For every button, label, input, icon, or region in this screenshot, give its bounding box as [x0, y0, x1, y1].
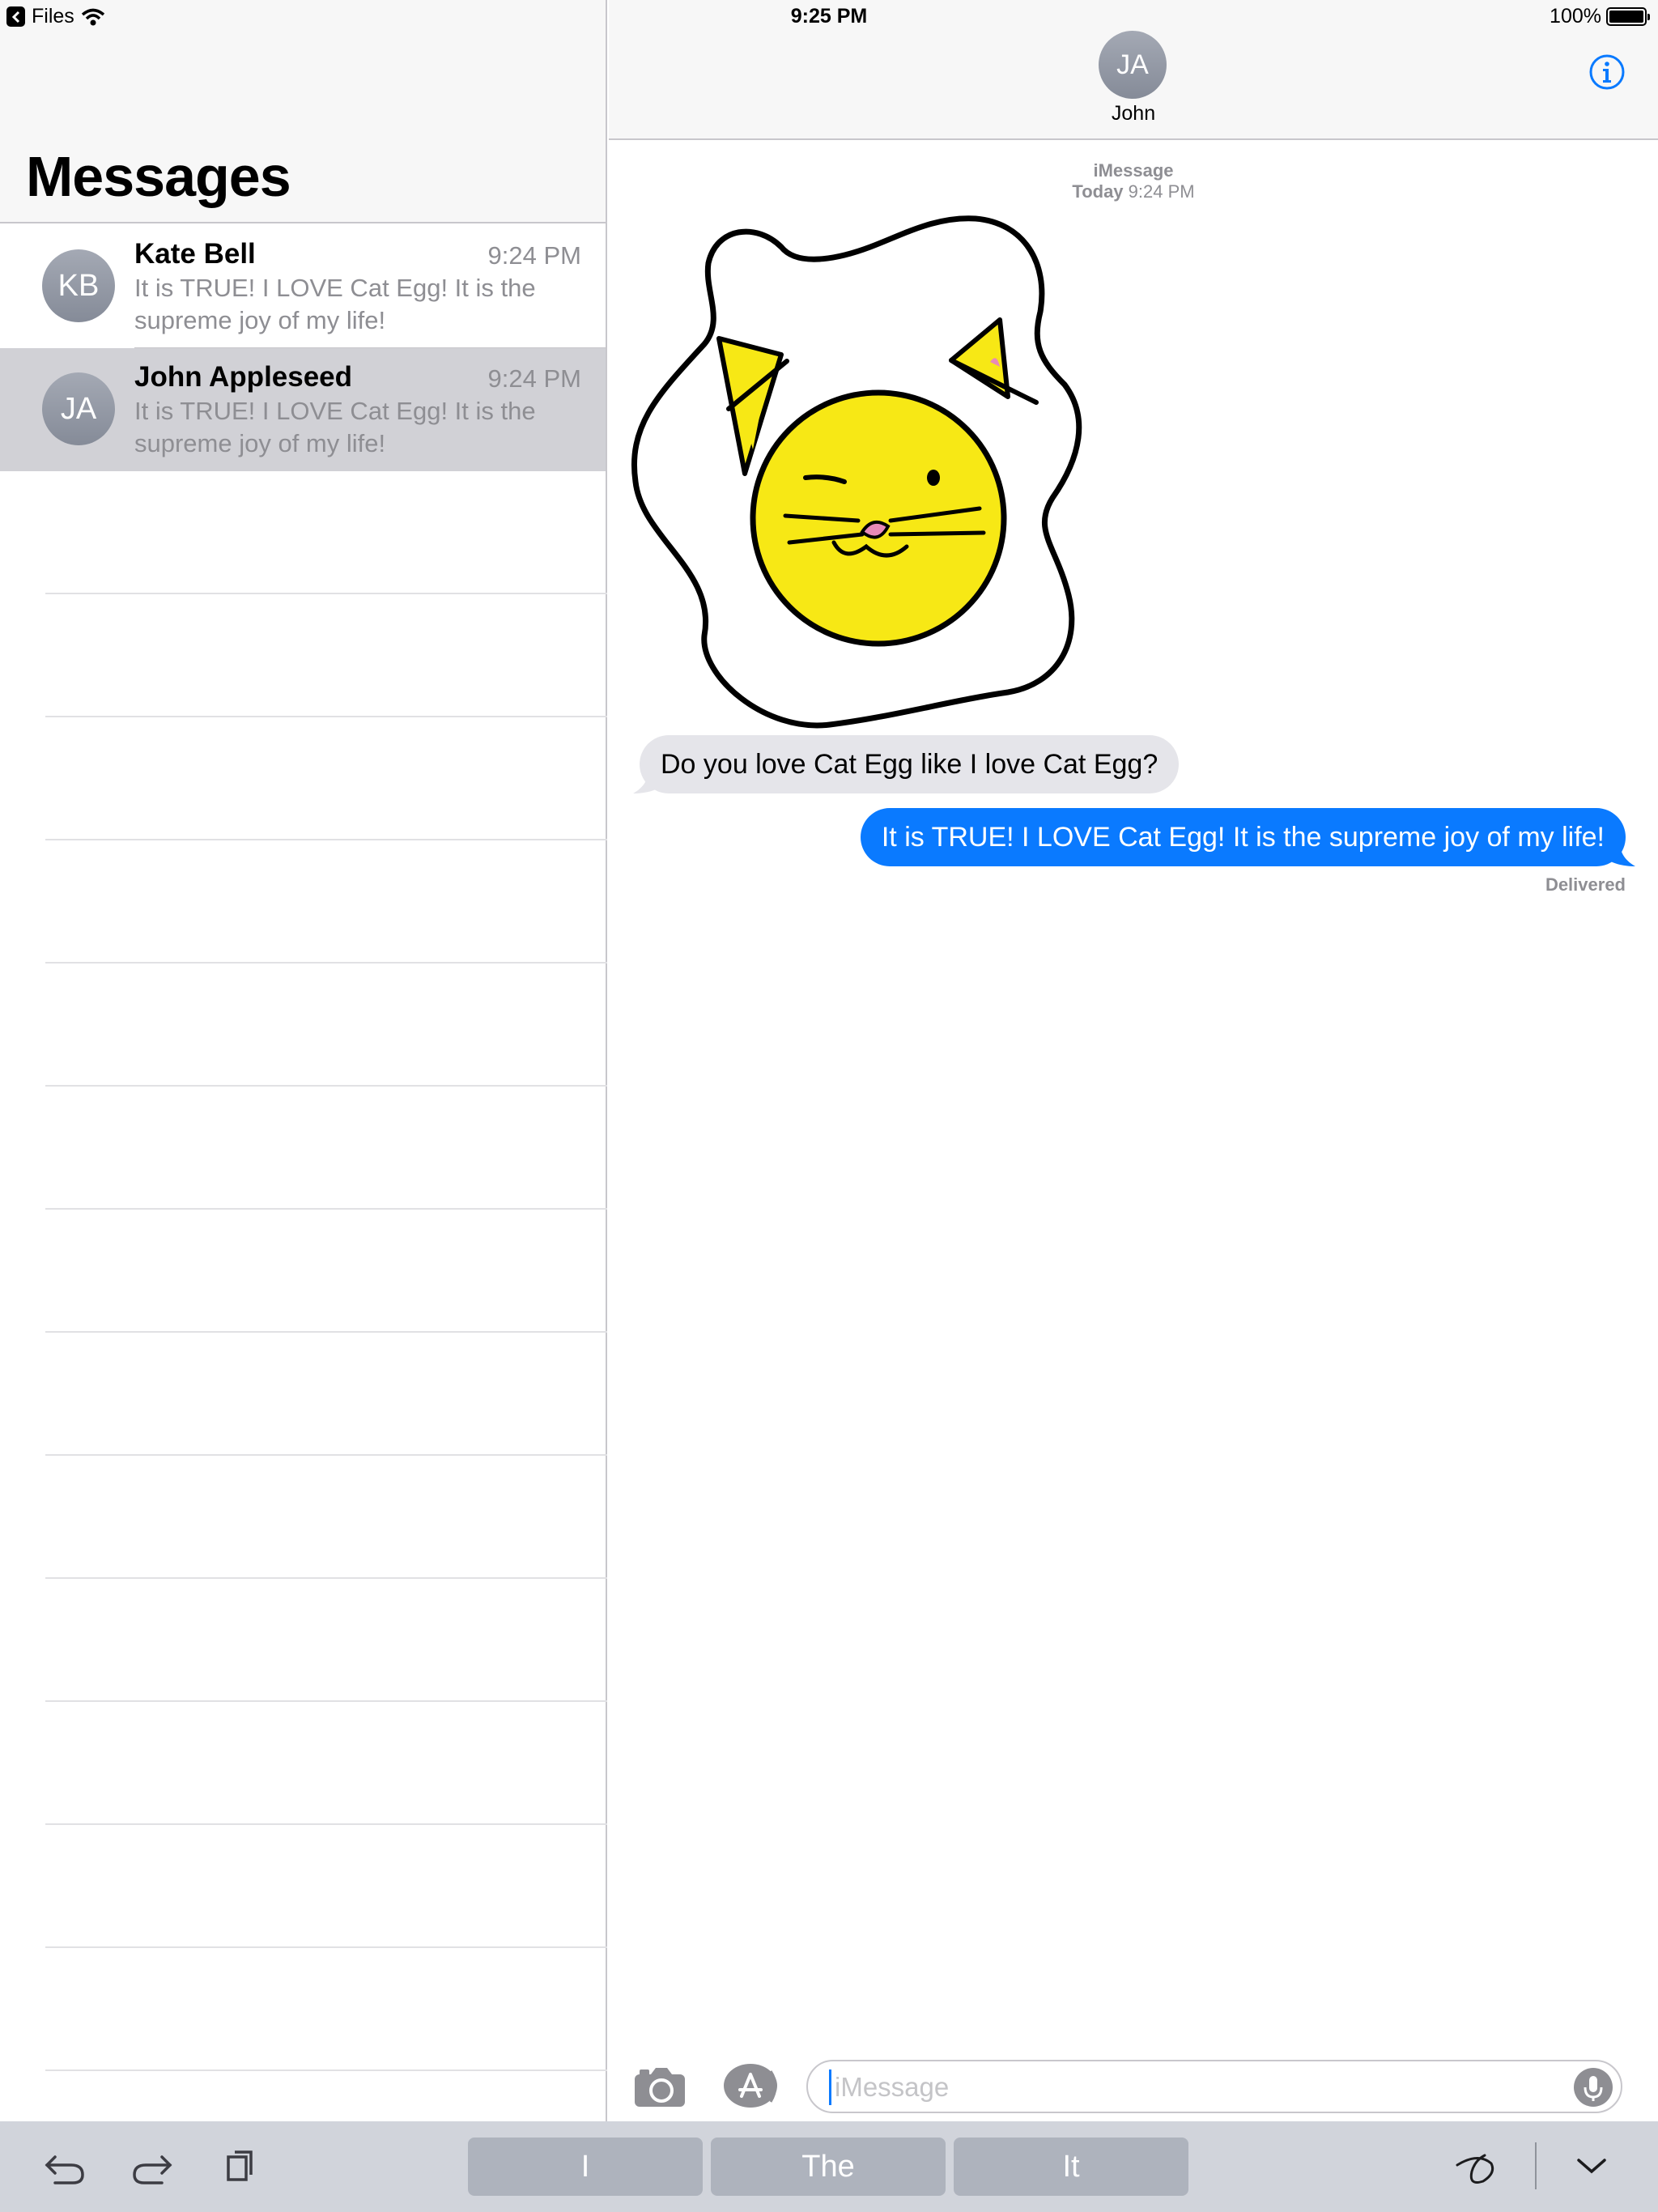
contact-name[interactable]: John [609, 102, 1658, 125]
handwriting-icon[interactable] [1454, 2146, 1499, 2188]
divider [45, 1700, 607, 1702]
message-field[interactable] [806, 2060, 1622, 2113]
divider [45, 1946, 607, 1948]
timestamp-day: Today [1072, 181, 1124, 202]
conversation-list: Messages KB Kate Bell 9:24 PM It is TRUE… [0, 0, 607, 2121]
divider [45, 839, 607, 840]
service-label: iMessage [1093, 160, 1174, 181]
divider [45, 593, 607, 594]
divider [45, 2069, 607, 2071]
app-store-icon[interactable] [722, 2061, 779, 2110]
conversation-name: Kate Bell [134, 238, 256, 270]
sidebar-header: Messages [0, 0, 606, 223]
status-bar: Files 9:25 PM 100% [0, 0, 1658, 32]
conversation-time: 9:24 PM [487, 241, 581, 270]
suggestion-button[interactable]: The [711, 2138, 946, 2196]
message-input[interactable] [829, 2069, 1558, 2105]
conversation-preview: It is TRUE! I LOVE Cat Egg! It is the su… [134, 397, 536, 457]
timestamp: Today 9:24 PM [609, 181, 1658, 202]
divider [45, 1085, 607, 1087]
keyboard-shortcut-bar: I The It [0, 2121, 1658, 2212]
battery-status: 100% [1550, 5, 1650, 28]
outgoing-message-bubble[interactable]: It is TRUE! I LOVE Cat Egg! It is the su… [860, 808, 1626, 866]
page-title: Messages [26, 145, 291, 208]
divider [45, 1208, 607, 1210]
divider [45, 1577, 607, 1579]
divider [45, 1331, 607, 1333]
undo-icon[interactable] [42, 2146, 87, 2188]
paste-icon[interactable] [217, 2146, 262, 2188]
suggestion-button[interactable]: It [954, 2138, 1188, 2196]
conversation-row[interactable]: KB Kate Bell 9:24 PM It is TRUE! I LOVE … [0, 225, 606, 348]
compose-bar [609, 2052, 1658, 2121]
contact-avatar[interactable]: JA [1099, 31, 1167, 99]
cat-egg-sticker[interactable] [627, 215, 1113, 733]
avatar: JA [42, 372, 115, 445]
status-time: 9:25 PM [790, 5, 868, 28]
microphone-icon[interactable] [1574, 2068, 1613, 2107]
avatar: KB [42, 249, 115, 322]
timestamp-time: 9:24 PM [1128, 181, 1195, 202]
conversation-name: John Appleseed [134, 361, 353, 393]
divider [45, 1454, 607, 1456]
divider [45, 1823, 607, 1825]
redo-icon[interactable] [130, 2146, 175, 2188]
divider [45, 716, 607, 717]
dismiss-keyboard-icon[interactable] [1569, 2146, 1614, 2188]
conversation-preview: It is TRUE! I LOVE Cat Egg! It is the su… [134, 274, 536, 334]
info-icon[interactable] [1588, 53, 1626, 91]
divider [45, 962, 607, 963]
divider [1535, 2142, 1537, 2189]
conversation-row-selected[interactable]: JA John Appleseed 9:24 PM It is TRUE! I … [0, 348, 606, 471]
battery-percent: 100% [1550, 5, 1601, 28]
conversation-time: 9:24 PM [487, 364, 581, 393]
battery-icon [1606, 7, 1650, 26]
delivery-status: Delivered [1545, 874, 1626, 895]
suggestion-button[interactable]: I [468, 2138, 703, 2196]
incoming-message-bubble[interactable]: Do you love Cat Egg like I love Cat Egg? [640, 735, 1180, 793]
camera-icon[interactable] [633, 2065, 687, 2108]
